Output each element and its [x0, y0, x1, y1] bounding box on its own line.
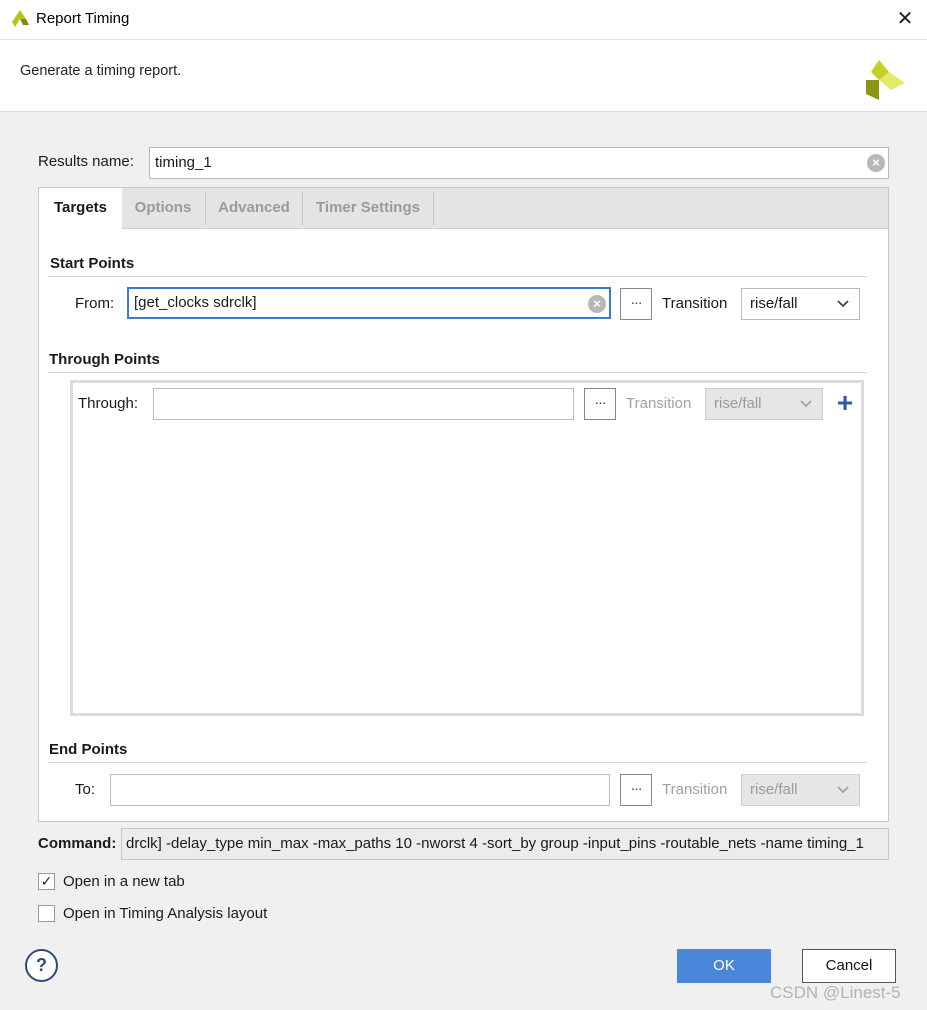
start-transition-select[interactable]: rise/fall: [741, 288, 860, 320]
start-points-title: Start Points: [50, 255, 135, 272]
clear-icon[interactable]: ×: [588, 295, 606, 313]
chevron-down-icon: [800, 400, 812, 408]
chevron-down-icon: [837, 786, 849, 794]
open-new-tab-label: Open in a new tab: [63, 873, 185, 890]
clear-icon[interactable]: ×: [867, 154, 885, 172]
open-new-tab-checkbox[interactable]: ✓: [38, 873, 55, 890]
watermark: CSDN @Linest-5: [770, 983, 901, 1002]
through-input[interactable]: [153, 388, 574, 420]
to-browse-button[interactable]: ···: [620, 774, 652, 806]
app-logo-icon: [12, 10, 29, 27]
through-browse-button[interactable]: ···: [584, 388, 616, 420]
command-field[interactable]: drclk] -delay_type min_max -max_paths 10…: [121, 828, 889, 860]
help-icon[interactable]: ?: [25, 949, 58, 982]
results-name-label: Results name:: [38, 153, 134, 170]
chevron-down-icon: [837, 300, 849, 308]
end-transition-value: rise/fall: [750, 781, 798, 798]
close-icon[interactable]: ✕: [893, 8, 917, 32]
ok-button[interactable]: OK: [677, 949, 771, 983]
section-divider: [48, 372, 867, 373]
tab-advanced[interactable]: Advanced: [206, 188, 302, 229]
tab-options[interactable]: Options: [122, 188, 204, 229]
to-input[interactable]: [110, 774, 610, 806]
through-transition-label: Transition: [626, 395, 692, 412]
tab-targets[interactable]: Targets: [39, 188, 122, 230]
through-points-title: Through Points: [49, 351, 160, 368]
end-points-title: End Points: [49, 741, 128, 758]
open-timing-layout-checkbox[interactable]: [38, 905, 55, 922]
end-transition-label: Transition: [662, 781, 728, 798]
from-browse-button[interactable]: ···: [620, 288, 652, 320]
through-transition-select[interactable]: rise/fall: [705, 388, 823, 420]
title-bar: [0, 0, 927, 40]
tab-divider: [433, 192, 434, 225]
through-label: Through:: [78, 395, 139, 412]
cancel-button[interactable]: Cancel: [802, 949, 896, 983]
from-input[interactable]: [get_clocks sdrclk]: [127, 287, 611, 319]
tab-timer-settings[interactable]: Timer Settings: [303, 188, 433, 229]
results-name-input[interactable]: timing_1: [149, 147, 889, 179]
to-label: To:: [75, 781, 96, 798]
section-divider: [48, 276, 867, 277]
start-transition-label: Transition: [662, 295, 728, 312]
vivado-logo-icon: [866, 60, 905, 100]
window-title: Report Timing: [36, 10, 130, 27]
through-points-list: [70, 380, 864, 716]
add-through-point-icon[interactable]: +: [834, 389, 856, 417]
section-divider: [48, 762, 867, 763]
through-transition-value: rise/fall: [714, 395, 762, 412]
start-transition-value: rise/fall: [750, 295, 798, 312]
from-label: From:: [75, 295, 115, 312]
command-label: Command:: [38, 835, 117, 852]
end-transition-select[interactable]: rise/fall: [741, 774, 860, 806]
dialog-subtitle: Generate a timing report.: [20, 63, 182, 79]
open-timing-layout-label: Open in Timing Analysis layout: [63, 905, 268, 922]
